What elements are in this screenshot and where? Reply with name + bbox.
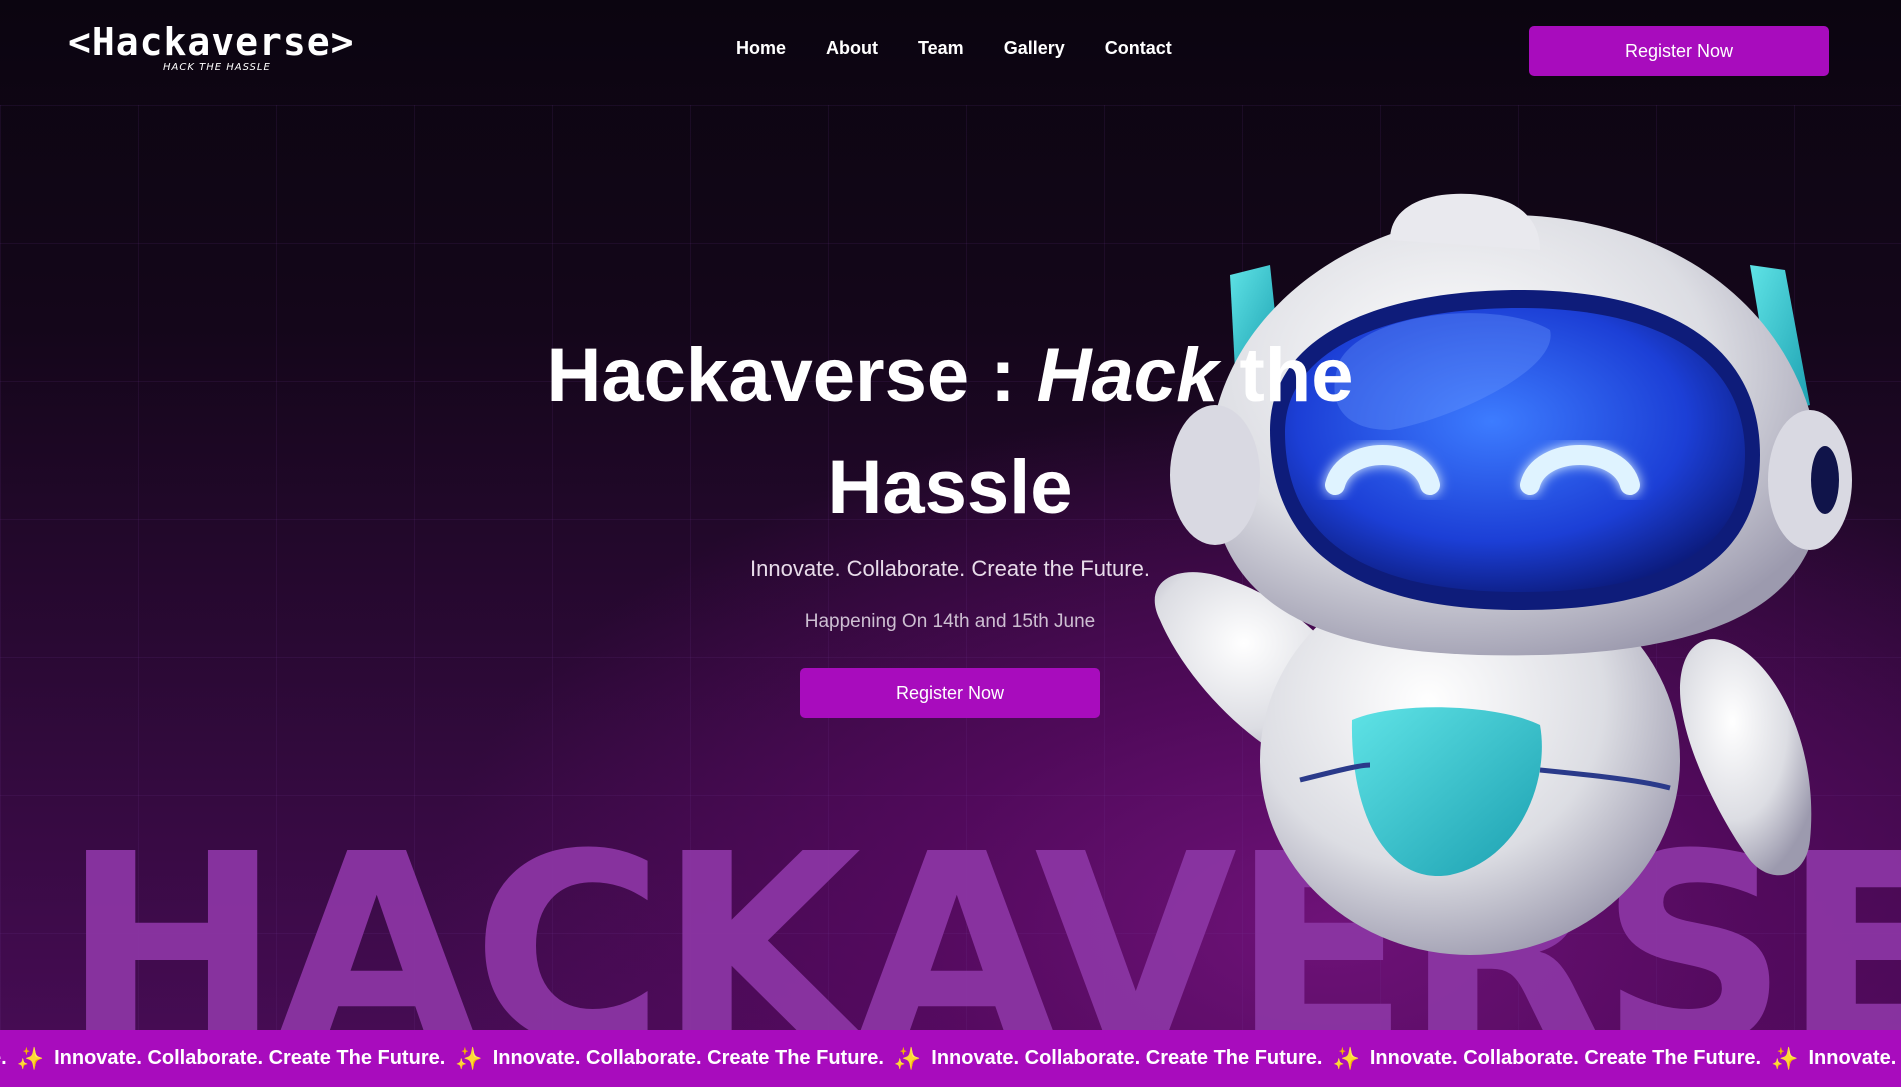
ticker-item: ✨ Innovate. Collaborate. Create The Futu…	[894, 1046, 1333, 1072]
hero-tagline: Innovate. Collaborate. Create the Future…	[750, 556, 1150, 581]
sparkles-icon: ✨	[1332, 1045, 1360, 1071]
event-date: Happening On 14th and 15th June	[804, 611, 1096, 632]
sparkles-icon: ✨	[16, 1045, 45, 1071]
hero-title-italic: Hack	[1036, 333, 1219, 418]
nav-link-home[interactable]: Home	[736, 38, 786, 59]
ticker-tail-text: Innovate. Collaborate. Cr	[1808, 1047, 1901, 1069]
hero-title-rest: the	[1218, 333, 1354, 418]
nav-link-about[interactable]: About	[826, 38, 878, 59]
hero-title-line2: Hassle	[827, 445, 1073, 530]
ticker-text: Innovate. Collaborate. Create The Future…	[492, 1047, 884, 1069]
marquee-ticker: e. ✨ Innovate. Collaborate. Create The F…	[0, 1030, 1901, 1087]
site-logo[interactable]: <Hackaverse> HACK THE HASSLE	[68, 20, 355, 73]
hero-section: HACKAVERSE <Hackaverse> HACK THE HASSLE …	[0, 0, 1901, 1087]
hero-register-button[interactable]: Register Now	[800, 668, 1100, 718]
nav-link-gallery[interactable]: Gallery	[1004, 38, 1065, 59]
logo-tagline: HACK THE HASSLE	[163, 62, 271, 73]
nav-link-contact[interactable]: Contact	[1105, 38, 1172, 59]
sparkles-icon: ✨	[1771, 1045, 1799, 1071]
ticker-text: Innovate. Collaborate. Create The Future…	[54, 1047, 446, 1069]
ticker-item: ✨ Innovate. Collaborate. Create The Futu…	[455, 1046, 894, 1072]
sparkles-icon: ✨	[455, 1045, 483, 1071]
ticker-text: Innovate. Collaborate. Create The Future…	[1369, 1047, 1762, 1069]
ticker-lead-text: e.	[0, 1047, 7, 1069]
hero-title-plain: Hackaverse :	[546, 333, 1037, 418]
ticker-item: e.	[0, 1046, 17, 1072]
ticker-item: ✨ Innovate. Collaborate. Create The Futu…	[1332, 1046, 1771, 1072]
main-nav: Home About Team Gallery Contact	[736, 38, 1172, 59]
ticker-text: Innovate. Collaborate. Create The Future…	[931, 1047, 1323, 1069]
ticker-item: ✨ Innovate. Collaborate. Create The Futu…	[17, 1046, 456, 1072]
hero-title: Hackaverse : Hack the Hassle	[530, 320, 1370, 544]
logo-wordmark: <Hackaverse>	[68, 20, 355, 64]
sparkles-icon: ✨	[893, 1045, 922, 1071]
ticker-item: ✨ Innovate. Collaborate. Cr	[1771, 1046, 1901, 1072]
ticker-track: e. ✨ Innovate. Collaborate. Create The F…	[0, 1046, 1901, 1072]
header-register-button[interactable]: Register Now	[1529, 26, 1829, 76]
nav-link-team[interactable]: Team	[918, 38, 964, 59]
